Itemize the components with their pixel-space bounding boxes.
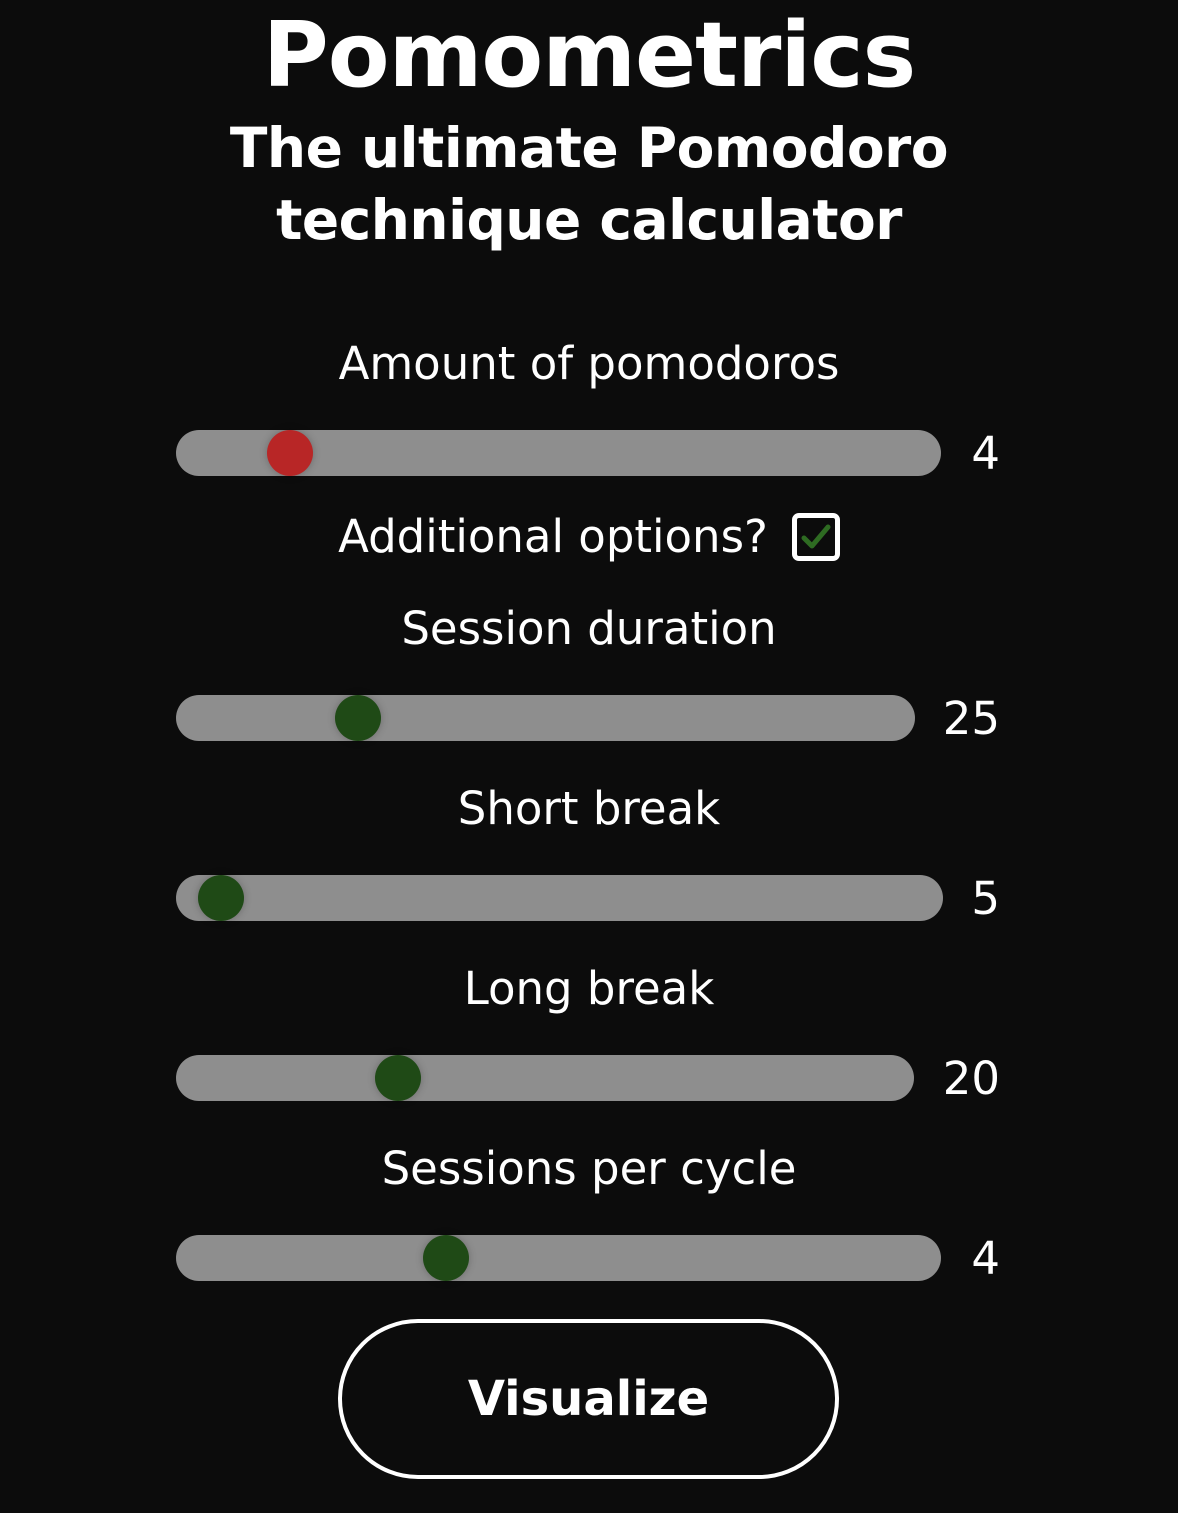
slider-track[interactable]	[176, 1055, 914, 1101]
label-session-duration: Session duration	[401, 602, 777, 655]
slider-track[interactable]	[176, 695, 915, 741]
label-pomodoro-amount: Amount of pomodoros	[338, 337, 840, 390]
slider-pomodoro-amount: 4	[176, 427, 1000, 480]
slider-thumb[interactable]	[374, 1055, 421, 1101]
slider-track[interactable]	[176, 430, 941, 476]
checkmark-icon	[801, 524, 831, 549]
slider-thumb[interactable]	[334, 695, 381, 741]
label-sessions-per-cycle: Sessions per cycle	[381, 1142, 797, 1195]
slider-long-break: 20	[176, 1052, 1000, 1105]
additional-options-label: Additional options?	[338, 510, 768, 563]
slider-thumb[interactable]	[267, 430, 314, 476]
slider-value: 4	[971, 427, 1000, 480]
slider-track[interactable]	[176, 875, 943, 921]
slider-session-duration: 25	[176, 692, 1000, 745]
slider-thumb[interactable]	[197, 875, 244, 921]
label-long-break: Long break	[463, 962, 715, 1015]
slider-value: 20	[942, 1052, 1000, 1105]
slider-value: 5	[971, 872, 1000, 925]
additional-options-checkbox[interactable]	[791, 513, 840, 561]
app-subtitle: The ultimate Pomodoro technique calculat…	[229, 116, 949, 252]
slider-track[interactable]	[176, 1235, 941, 1281]
additional-options-row: Additional options?	[0, 506, 1178, 568]
slider-value: 4	[971, 1232, 1000, 1285]
app-title: Pomometrics	[262, 3, 916, 108]
slider-thumb[interactable]	[422, 1235, 469, 1281]
slider-short-break: 5	[176, 872, 1000, 925]
slider-sessions-per-cycle: 4	[176, 1232, 1000, 1285]
label-short-break: Short break	[457, 782, 721, 835]
visualize-button[interactable]: Visualize	[338, 1319, 839, 1479]
slider-value: 25	[942, 692, 1000, 745]
